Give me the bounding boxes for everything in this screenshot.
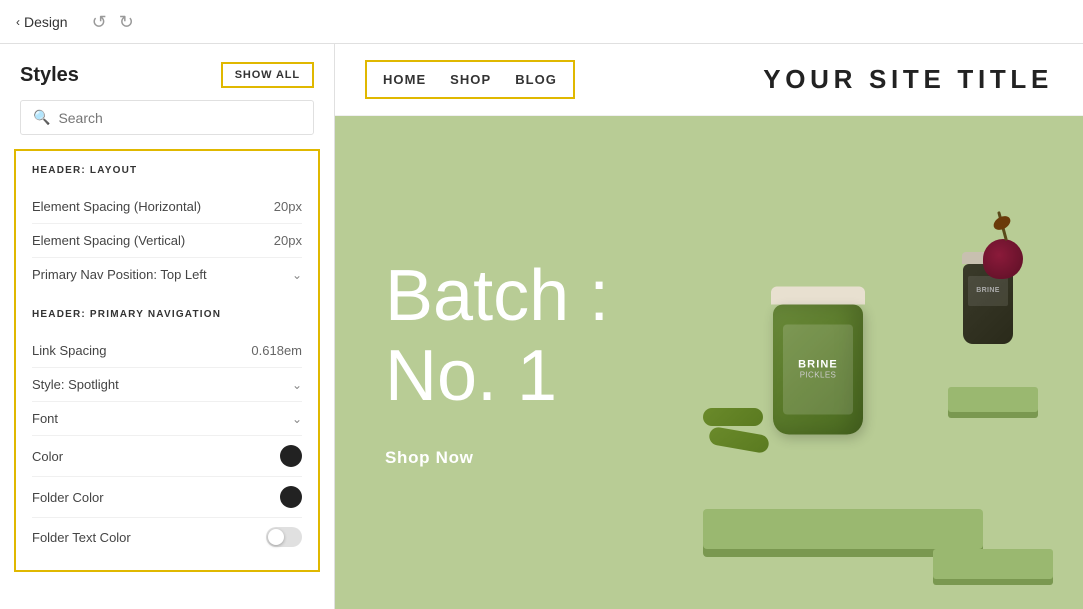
back-icon: ‹	[16, 15, 20, 29]
nav-links: HOME SHOP BLOG	[365, 60, 575, 99]
color-label: Color	[32, 449, 63, 464]
font-row[interactable]: Font ⌄	[32, 401, 302, 435]
jar-sub-text: PICKLES	[800, 371, 837, 380]
folder-text-color-label: Folder Text Color	[32, 530, 131, 545]
element-spacing-vertical-value: 20px	[274, 233, 302, 248]
undo-button[interactable]: ↺	[92, 13, 107, 31]
platform-right	[933, 549, 1053, 579]
shop-now-button[interactable]: Shop Now	[385, 448, 474, 467]
link-spacing-label: Link Spacing	[32, 343, 106, 358]
beet-body	[983, 239, 1023, 279]
header-primary-nav-section: HEADER: PRIMARY NAVIGATION Link Spacing …	[32, 309, 302, 556]
jar-body: BRINE PICKLES	[773, 304, 863, 434]
hero-section: Batch : No. 1 Shop Now	[335, 116, 1083, 609]
show-all-button[interactable]: SHOW ALL	[221, 62, 314, 88]
element-spacing-horizontal-label: Element Spacing (Horizontal)	[32, 199, 201, 214]
style-spotlight-label: Style: Spotlight	[32, 377, 119, 392]
style-spotlight-row[interactable]: Style: Spotlight ⌄	[32, 367, 302, 401]
back-button[interactable]: ‹ Design	[16, 14, 68, 30]
preview-header: HOME SHOP BLOG YOUR SITE TITLE	[335, 44, 1083, 116]
style-spotlight-chevron-icon: ⌄	[292, 378, 302, 392]
color-row[interactable]: Color	[32, 435, 302, 476]
folder-color-row[interactable]: Folder Color	[32, 476, 302, 517]
color-swatch[interactable]	[280, 445, 302, 467]
cucumber-1	[703, 408, 763, 426]
element-spacing-horizontal-value: 20px	[274, 199, 302, 214]
font-chevron-icon: ⌄	[292, 412, 302, 426]
primary-nav-position-label: Primary Nav Position: Top Left	[32, 267, 207, 282]
element-spacing-vertical-label: Element Spacing (Vertical)	[32, 233, 185, 248]
primary-nav-position-chevron-icon: ⌄	[292, 268, 302, 282]
cucumber-2	[708, 426, 770, 454]
folder-text-color-row[interactable]: Folder Text Color	[32, 517, 302, 556]
small-jar-label: BRINE	[968, 276, 1008, 306]
jar-label: BRINE PICKLES	[783, 324, 853, 414]
header-layout-section: HEADER: LAYOUT Element Spacing (Horizont…	[14, 149, 320, 572]
styles-title: Styles	[20, 64, 79, 87]
sidebar: Styles SHOW ALL 🔍 HEADER: LAYOUT Element…	[0, 44, 335, 609]
jar-lid	[771, 286, 865, 304]
beet-decoration	[983, 239, 1023, 279]
history-controls: ↺ ↻	[92, 13, 134, 31]
header-primary-nav-label: HEADER: PRIMARY NAVIGATION	[32, 309, 302, 320]
hero-content: Batch : No. 1 Shop Now	[335, 197, 659, 527]
link-spacing-value: 0.618em	[251, 343, 302, 358]
element-spacing-vertical-row: Element Spacing (Vertical) 20px	[32, 223, 302, 257]
hero-heading-line1: Batch :	[385, 257, 609, 336]
site-title: YOUR SITE TITLE	[763, 64, 1053, 95]
topbar: ‹ Design ↺ ↻	[0, 0, 1083, 44]
redo-button[interactable]: ↻	[119, 13, 134, 31]
search-input[interactable]	[58, 110, 301, 126]
primary-nav-position-row[interactable]: Primary Nav Position: Top Left ⌄	[32, 257, 302, 291]
folder-text-color-toggle[interactable]	[266, 527, 302, 547]
hero-heading: Batch : No. 1	[385, 257, 609, 415]
secondary-shelf	[948, 387, 1038, 412]
header-layout-label: HEADER: LAYOUT	[32, 165, 302, 176]
nav-blog[interactable]: BLOG	[515, 72, 557, 87]
sidebar-header: Styles SHOW ALL	[0, 44, 334, 100]
hero-heading-line2: No. 1	[385, 337, 609, 416]
hero-imagery: BRINE PICKLES BRINE	[634, 116, 1083, 609]
nav-shop[interactable]: SHOP	[450, 72, 491, 87]
main-layout: Styles SHOW ALL 🔍 HEADER: LAYOUT Element…	[0, 44, 1083, 609]
back-label: Design	[24, 14, 68, 30]
folder-color-label: Folder Color	[32, 490, 104, 505]
small-jar-text: BRINE	[976, 287, 1000, 294]
font-label: Font	[32, 411, 58, 426]
nav-home[interactable]: HOME	[383, 72, 426, 87]
pickle-jar: BRINE PICKLES	[773, 304, 863, 434]
jar-brand-text: BRINE	[798, 359, 838, 371]
element-spacing-horizontal-row: Element Spacing (Horizontal) 20px	[32, 190, 302, 223]
search-icon: 🔍	[33, 109, 50, 126]
preview-area: HOME SHOP BLOG YOUR SITE TITLE Batch : N…	[335, 44, 1083, 609]
search-bar[interactable]: 🔍	[20, 100, 314, 135]
link-spacing-row: Link Spacing 0.618em	[32, 334, 302, 367]
folder-color-swatch[interactable]	[280, 486, 302, 508]
main-shelf	[703, 509, 983, 549]
